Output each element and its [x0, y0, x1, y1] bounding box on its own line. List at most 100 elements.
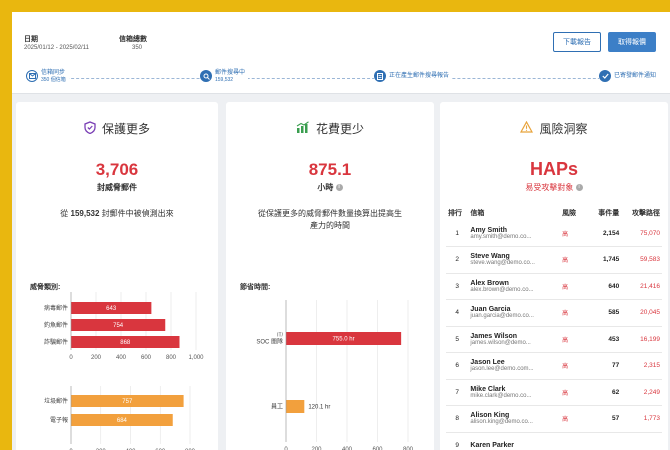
tick-label: 200 — [91, 355, 102, 361]
desc-number: 159,532 — [70, 209, 100, 218]
attack-path-cell: 16,199 — [621, 326, 662, 353]
spend-less-card: 花費更少 875.1 小時 i 從保護更多的威脅郵件數量換算出提高生產力的時間 … — [226, 102, 434, 450]
step-title: 已寄發郵件通知 — [614, 73, 657, 79]
column-header-risk: 風險 — [562, 210, 577, 217]
column-header-attack-path: 攻擊路徑 — [632, 210, 660, 217]
event-count-cell: 62 — [586, 379, 622, 406]
risk-cell: 高 — [560, 273, 587, 300]
card-title: 保護更多 — [101, 122, 150, 136]
tick-label: 400 — [116, 355, 127, 361]
risk-level: 高 — [562, 337, 569, 344]
risk-table-body: 1 Amy Smith amy.smith@demo.co... 高 2,154 75,0… — [446, 220, 662, 450]
mailbox-cell: Alex Brown alex.brown@demo.co... — [468, 273, 561, 300]
category-label: 員工 — [271, 404, 283, 411]
column-header-mailbox: 信箱 — [470, 210, 485, 217]
risk-level: 高 — [562, 231, 569, 238]
table-row[interactable]: 4 Juan Garcia juan.garcia@demo.co... 高 585 20… — [446, 299, 662, 327]
attack-path-cell — [621, 432, 662, 450]
report-header: 日期 2025/01/12 - 2025/02/11 信箱總數 350 下載報告… — [12, 12, 670, 94]
user-name: Jason Lee — [470, 359, 505, 367]
desc-suffix: 封郵件中被偵測出來 — [99, 209, 174, 218]
step-subtitle: 159,532 — [215, 77, 234, 83]
risk-level: 高 — [562, 258, 569, 265]
tick-label: 1,000 — [188, 355, 204, 361]
event-count-cell: 77 — [586, 352, 622, 380]
rank-cell: 7 — [446, 379, 469, 406]
progress-stepper: 信箱同步 350 個信箱 郵件搜尋中 159,532 正在產生郵件搜尋報告 已寄… — [26, 70, 660, 90]
category-label-prefix: IT/ — [277, 333, 283, 339]
risk-cell: 高 — [560, 299, 587, 327]
threat-mail-unit: 封威脅郵件 — [97, 183, 137, 192]
mailbox-cell: Amy Smith amy.smith@demo.co... — [468, 220, 561, 247]
risk-cell: 高 — [560, 379, 587, 406]
event-count-cell: 453 — [586, 326, 622, 353]
step-mail-search: 郵件搜尋中 159,532 — [200, 70, 249, 83]
time-saved-chart: 0 200 400 600 800IT/SOC 團隊 755.0 hr員工 120.1 hr — [256, 300, 414, 450]
risk-level: 高 — [562, 417, 569, 424]
table-row[interactable]: 7 Mike Clark mike.clark@demo.co... 高 62 2,249 — [446, 379, 662, 406]
step-title: 正在產生郵件搜尋報告 — [389, 73, 450, 79]
attack-path-cell: 59,583 — [621, 246, 662, 274]
attack-path-cell: 2,315 — [621, 352, 662, 380]
mailbox-cell: Mike Clark mike.clark@demo.co... — [468, 379, 561, 406]
desc-prefix: 從 — [60, 209, 71, 218]
report-icon — [374, 70, 386, 82]
table-row[interactable]: 1 Amy Smith amy.smith@demo.co... 高 2,154 75,0… — [446, 220, 662, 247]
mailbox-cell: Karen Parker — [468, 432, 561, 450]
card-header: 風險洞察 — [440, 120, 668, 137]
user-email: alex.brown@demo.co... — [470, 286, 534, 293]
bar-value-label: 754 — [113, 323, 124, 329]
bar-value-label: 757 — [122, 399, 133, 405]
download-report-button[interactable]: 下載報告 — [553, 32, 601, 52]
threat-category-chart: 0 200 400 600 800 1,000 病毒郵件 643 釣魚郵件 754 詐騙郵件 868 — [44, 292, 204, 361]
column-header-rank: 排行 — [448, 210, 462, 217]
attack-path-cell: 1,773 — [621, 405, 662, 433]
search-icon — [200, 70, 212, 82]
user-name: Juan Garcia — [470, 306, 511, 314]
user-name: James Wilson — [470, 332, 518, 340]
bar — [286, 400, 305, 413]
shield-icon — [84, 120, 96, 137]
user-name: Mike Clark — [470, 385, 506, 393]
user-name: Alex Brown — [470, 279, 509, 287]
step-title: 郵件搜尋中 — [215, 70, 246, 76]
haps-title: HAPs — [529, 159, 578, 179]
bar-value-label: 755.0 hr — [333, 337, 355, 343]
info-icon[interactable]: i — [575, 184, 583, 192]
date-range: 2025/01/12 - 2025/02/11 — [24, 45, 89, 51]
mailbox-cell: Jason Lee jason.lee@demo.com... — [468, 352, 561, 380]
attack-path-cell: 20,045 — [621, 299, 662, 327]
risk-cell: 高 — [560, 352, 587, 380]
table-row[interactable]: 5 James Wilson james.wilson@demo... 高 453 16,… — [446, 326, 662, 353]
table-row[interactable]: 3 Alex Brown alex.brown@demo.co... 高 640 21,4… — [446, 273, 662, 300]
growth-chart-icon — [296, 120, 310, 137]
info-icon[interactable]: i — [335, 184, 343, 192]
table-row[interactable]: 6 Jason Lee jason.lee@demo.com... 高 77 2,315 — [446, 352, 662, 380]
bar-value-label: 643 — [106, 306, 117, 312]
haps-subtitle-row: 易受攻擊對象 i — [440, 182, 668, 193]
user-email: jason.lee@demo.com... — [470, 366, 534, 373]
attack-path-cell: 21,416 — [621, 273, 662, 300]
user-email: alison.king@demo.co... — [470, 419, 533, 426]
risk-insight-card: 風險洞察 HAPs 易受攻擊對象 i 排行 信箱 風險 事件量 攻擊路徑 1 Am… — [440, 102, 668, 450]
hours-unit: 小時 — [317, 183, 334, 192]
category-label: 電子報 — [50, 417, 68, 424]
user-email: amy.smith@demo.co... — [470, 233, 532, 240]
rank-cell: 6 — [446, 352, 469, 380]
attack-path-cell: 2,249 — [621, 379, 662, 406]
rank-cell: 3 — [446, 273, 469, 300]
mailbox-cell: Juan Garcia juan.garcia@demo.co... — [468, 299, 561, 327]
table-row[interactable]: 2 Steve Wang steve.wang@demo.co... 高 1,745 59… — [446, 246, 662, 274]
table-row[interactable]: 8 Alison King alison.king@demo.co... 高 57 1,7… — [446, 405, 662, 433]
tick-label: 600 — [141, 355, 152, 361]
event-count-cell: 640 — [586, 273, 622, 300]
date-label: 日期 — [24, 36, 38, 43]
protect-more-card: 保護更多 3,706 封威脅郵件 從 159,532 封郵件中被偵測出來 威脅類… — [16, 102, 218, 450]
risk-level: 高 — [562, 364, 569, 371]
column-header-events: 事件量 — [598, 210, 620, 217]
get-quote-button[interactable]: 取得報價 — [608, 32, 656, 52]
bar-value-label: 684 — [117, 418, 128, 424]
warning-icon — [520, 120, 534, 136]
mailbox-count-label: 信箱總數 — [119, 36, 147, 43]
table-row[interactable]: 9 Karen Parker — [446, 432, 662, 450]
